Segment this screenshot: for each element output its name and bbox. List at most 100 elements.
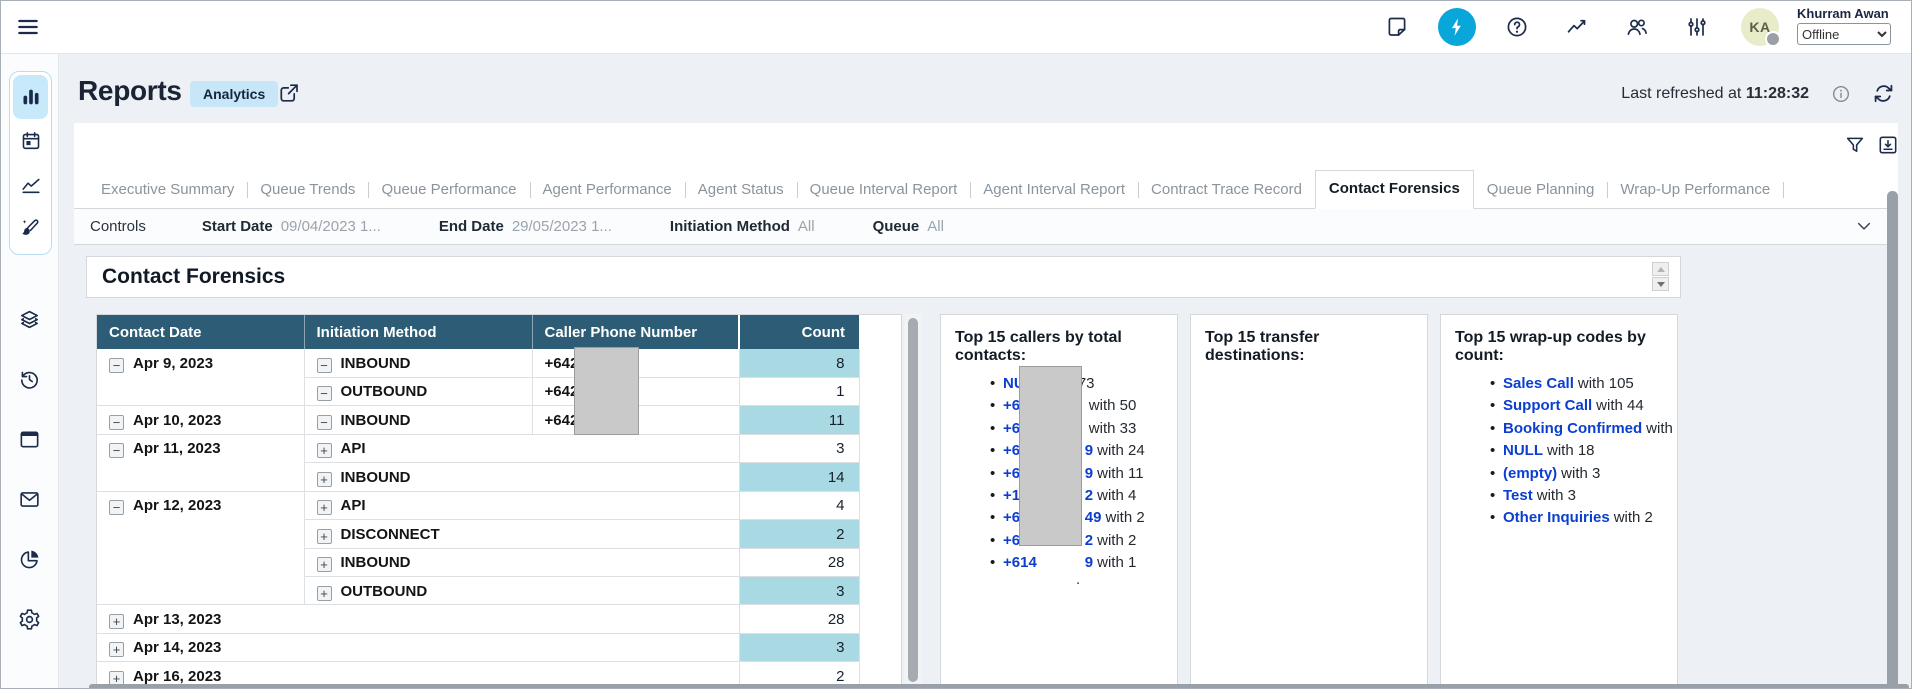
filter-initiation-method[interactable]: Initiation MethodAll	[670, 218, 815, 235]
tab-contact-forensics[interactable]: Contact Forensics	[1315, 170, 1474, 209]
filter-end-date[interactable]: End Date29/05/2023 1...	[439, 218, 612, 235]
item-link-suffix[interactable]: 49	[1085, 509, 1102, 526]
sidebar-item-gear[interactable]	[1, 589, 58, 649]
count-cell: 3	[739, 434, 859, 462]
info-icon[interactable]	[1831, 84, 1851, 104]
controls-collapse-chevron-icon[interactable]	[1854, 216, 1874, 236]
item-link[interactable]: Test	[1503, 487, 1533, 504]
item-count-text: with 24	[1097, 442, 1145, 459]
bar-chart-icon	[20, 86, 42, 108]
spinner-up-button[interactable]	[1652, 262, 1669, 276]
list-item: NULLwith 18	[1503, 440, 1663, 462]
item-link-suffix[interactable]: 2	[1085, 487, 1093, 504]
tab-agent-status[interactable]: Agent Status	[685, 172, 797, 208]
sidebar-item-history[interactable]	[1, 349, 58, 409]
report-tabs-row: Executive SummaryQueue TrendsQueue Perfo…	[74, 171, 1898, 209]
count-cell: 8	[739, 349, 859, 377]
date-cell: −Apr 11, 2023	[97, 434, 304, 491]
item-link[interactable]: Sales Call	[1503, 375, 1574, 392]
sidebar-item-browser-window[interactable]	[1, 409, 58, 469]
controls-row: Controls Start Date09/04/2023 1...End Da…	[74, 208, 1898, 245]
document-icon[interactable]	[1378, 8, 1416, 46]
collapse-toggle-icon[interactable]: −	[317, 415, 332, 430]
collapse-toggle-icon[interactable]: −	[317, 358, 332, 373]
horizontal-scrollbar-thumb[interactable]	[89, 684, 1909, 689]
tab-queue-interval-report[interactable]: Queue Interval Report	[797, 172, 971, 208]
pie-chart-icon	[18, 548, 41, 571]
method-cell: +OUTBOUND	[304, 577, 739, 605]
tab-executive-summary[interactable]: Executive Summary	[88, 172, 247, 208]
col-header-initiation-method: Initiation Method	[304, 315, 532, 349]
tab-contract-trace-record[interactable]: Contract Trace Record	[1138, 172, 1315, 208]
tab-agent-performance[interactable]: Agent Performance	[530, 172, 685, 208]
item-link[interactable]: Booking Confirmed	[1503, 420, 1642, 437]
expand-toggle-icon[interactable]: +	[317, 443, 332, 458]
hamburger-menu-icon[interactable]	[15, 14, 41, 40]
external-link-icon[interactable]	[277, 81, 301, 105]
table-row: +Apr 13, 202328	[97, 605, 859, 633]
list-item: (empty)with 3	[1503, 463, 1663, 485]
filter-icon[interactable]	[1844, 134, 1866, 156]
item-link-suffix[interactable]: 9	[1085, 442, 1093, 459]
redaction-overlay	[574, 347, 639, 435]
metrics-icon[interactable]	[1558, 8, 1596, 46]
date-cell: −Apr 10, 2023	[97, 406, 304, 434]
expand-toggle-icon[interactable]: +	[109, 642, 124, 657]
page-scrollbar-thumb[interactable]	[1887, 191, 1898, 689]
sidebar-item-pie-chart[interactable]	[1, 529, 58, 589]
collapse-toggle-icon[interactable]: −	[109, 500, 124, 515]
sidebar-item-bar-chart[interactable]	[13, 75, 48, 119]
expand-toggle-icon[interactable]: +	[317, 500, 332, 515]
refresh-icon[interactable]	[1871, 81, 1896, 106]
avatar[interactable]: KA	[1741, 8, 1779, 46]
expand-toggle-icon[interactable]: +	[317, 529, 332, 544]
sidebar-item-calendar[interactable]	[13, 119, 48, 163]
date-cell: −Apr 9, 2023	[97, 349, 304, 406]
sliders-icon[interactable]	[1678, 8, 1716, 46]
col-header-count: Count	[739, 315, 859, 349]
method-cell: +API	[304, 434, 739, 462]
tab-queue-planning[interactable]: Queue Planning	[1474, 172, 1608, 208]
item-link-suffix[interactable]: 9	[1085, 465, 1093, 482]
page-title: Reports	[78, 75, 182, 107]
expand-toggle-icon[interactable]: +	[317, 472, 332, 487]
filter-start-date[interactable]: Start Date09/04/2023 1...	[202, 218, 381, 235]
users-icon[interactable]	[1618, 8, 1656, 46]
table-row: −Apr 12, 2023+API4	[97, 491, 859, 519]
item-link[interactable]: (empty)	[1503, 465, 1557, 482]
collapse-toggle-icon[interactable]: −	[317, 386, 332, 401]
tab-queue-trends[interactable]: Queue Trends	[247, 172, 368, 208]
item-link[interactable]: +614	[1003, 554, 1037, 571]
expand-toggle-icon[interactable]: +	[317, 586, 332, 601]
filter-queue[interactable]: QueueAll	[873, 218, 944, 235]
collapse-toggle-icon[interactable]: −	[109, 443, 124, 458]
item-link[interactable]: Other Inquiries	[1503, 509, 1610, 526]
lightning-icon[interactable]	[1438, 8, 1476, 46]
spinner-down-button[interactable]	[1652, 277, 1669, 291]
gear-icon	[18, 608, 41, 631]
sidebar-item-mail[interactable]	[1, 469, 58, 529]
item-link[interactable]: NULL	[1503, 442, 1543, 459]
item-link-suffix[interactable]: 2	[1085, 532, 1093, 549]
download-icon[interactable]	[1877, 134, 1899, 156]
expand-toggle-icon[interactable]: +	[109, 614, 124, 629]
sidebar-item-paintbrush[interactable]	[13, 207, 48, 251]
mail-icon	[18, 488, 41, 511]
tab-queue-performance[interactable]: Queue Performance	[368, 172, 529, 208]
table-scrollbar-thumb[interactable]	[908, 318, 918, 682]
expand-toggle-icon[interactable]: +	[317, 557, 332, 572]
sidebar-item-line-chart[interactable]	[13, 163, 48, 207]
item-link-suffix[interactable]: 9	[1085, 554, 1093, 571]
tab-wrap-up-performance[interactable]: Wrap-Up Performance	[1607, 172, 1783, 208]
table-scrollbar-track[interactable]	[904, 314, 922, 689]
list-item: Testwith 3	[1503, 485, 1663, 507]
tab-agent-interval-report[interactable]: Agent Interval Report	[970, 172, 1138, 208]
item-link[interactable]: Support Call	[1503, 397, 1592, 414]
status-select[interactable]: Offline	[1797, 23, 1891, 45]
help-icon[interactable]	[1498, 8, 1536, 46]
collapse-toggle-icon[interactable]: −	[109, 415, 124, 430]
collapse-toggle-icon[interactable]: −	[109, 358, 124, 373]
last-refreshed-time: 11:28:32	[1746, 85, 1809, 102]
analytics-badge: Analytics	[190, 81, 278, 107]
sidebar-item-layers[interactable]	[1, 289, 58, 349]
